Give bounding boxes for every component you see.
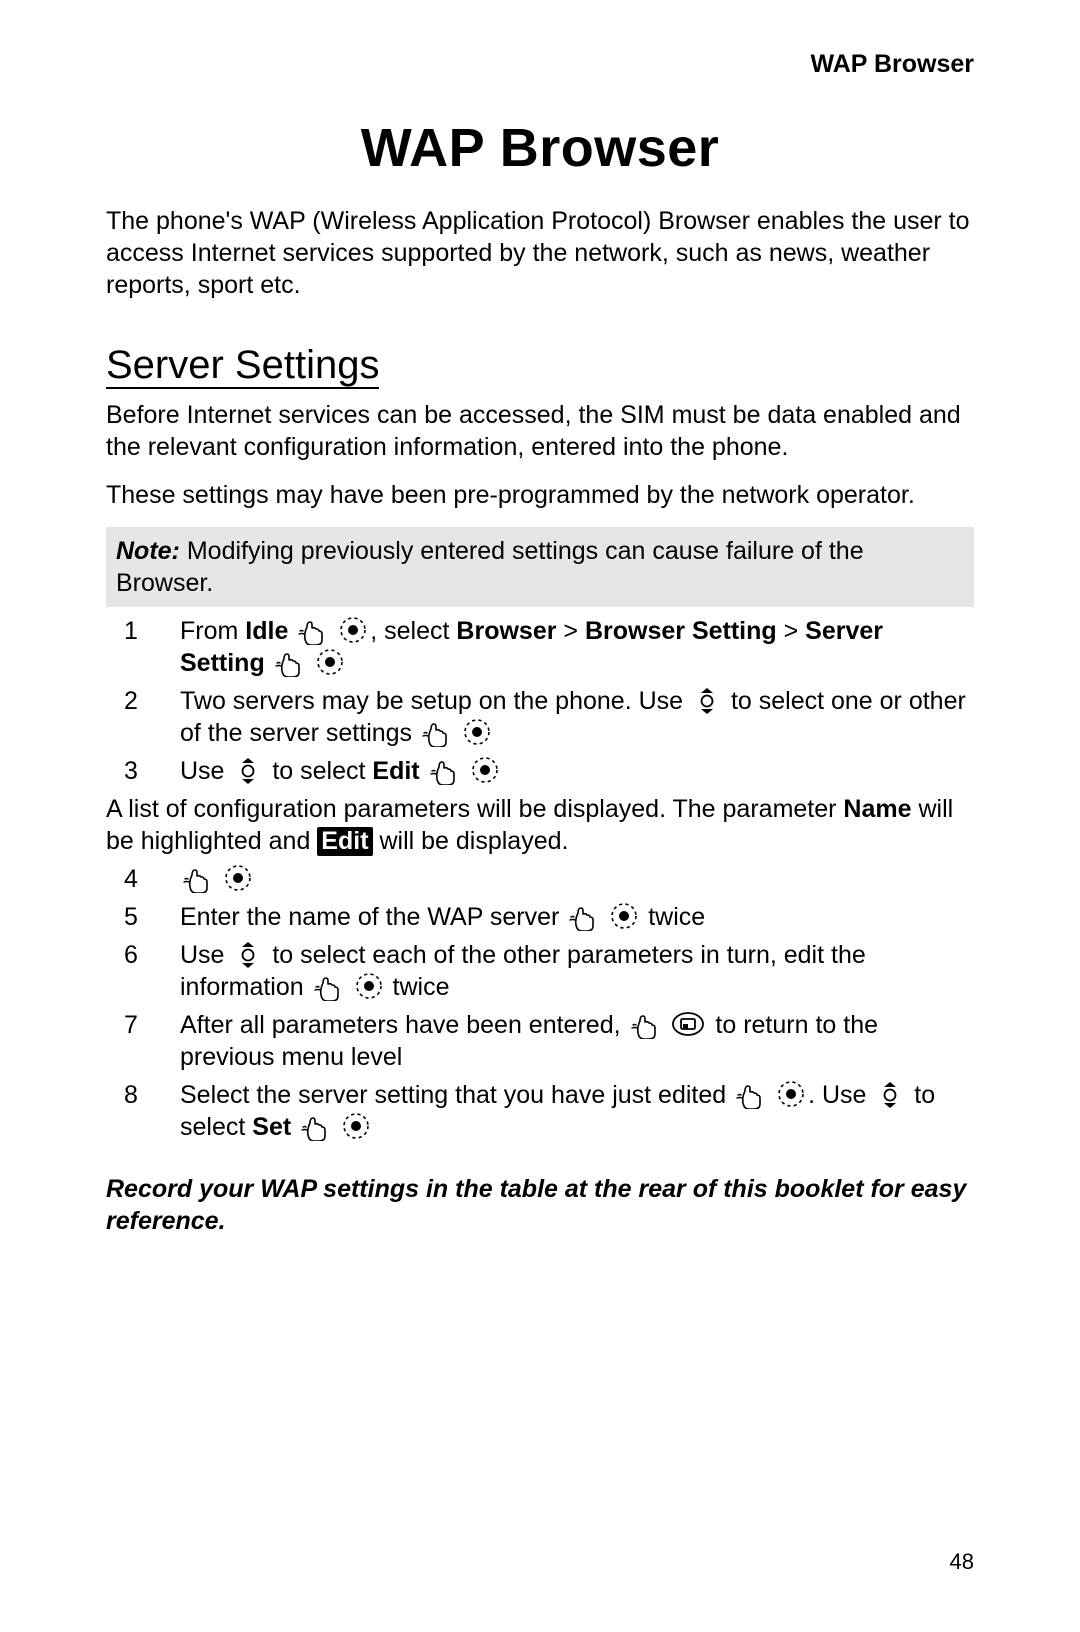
step-6: 6 Use to select each of the other parame…: [106, 939, 974, 1003]
nav-center-icon: [776, 1079, 806, 1109]
step-number: 2: [106, 685, 180, 717]
step-3: 3 Use to select Edit: [106, 755, 974, 787]
steps-list: 1 From Idle , select Browser > Browser S…: [106, 615, 974, 787]
hand-icon: [429, 755, 459, 785]
nav-center-icon: [609, 901, 639, 931]
note-label: Note:: [116, 537, 180, 565]
section-heading: Server Settings: [106, 343, 379, 389]
step-number: 3: [106, 755, 180, 787]
step-number: 6: [106, 939, 180, 971]
hand-icon: [735, 1079, 765, 1109]
step-number: 8: [106, 1079, 180, 1111]
nav-center-icon: [315, 647, 345, 677]
step-text: [180, 863, 974, 895]
nav-updown-icon: [875, 1081, 905, 1109]
running-head: WAP Browser: [106, 48, 974, 80]
nav-center-icon: [338, 615, 368, 645]
nav-updown-icon: [692, 687, 722, 715]
edit-chip: Edit: [317, 827, 372, 856]
step-8: 8 Select the server setting that you hav…: [106, 1079, 974, 1143]
intro-paragraph: The phone's WAP (Wireless Application Pr…: [106, 205, 974, 301]
nav-center-icon: [470, 755, 500, 785]
step-text: From Idle , select Browser > Browser Set…: [180, 615, 974, 679]
nav-center-icon: [223, 863, 253, 893]
page: WAP Browser WAP Browser The phone's WAP …: [0, 0, 1080, 1632]
step-number: 7: [106, 1009, 180, 1041]
hand-icon: [182, 863, 212, 893]
section-paragraph-1: Before Internet services can be accessed…: [106, 399, 974, 463]
hand-icon: [568, 901, 598, 931]
note-text: Modifying previously entered settings ca…: [116, 537, 864, 597]
footer-note: Record your WAP settings in the table at…: [106, 1173, 974, 1237]
page-title: WAP Browser: [106, 114, 974, 183]
page-number: 48: [950, 1548, 974, 1576]
nav-updown-icon: [233, 757, 263, 785]
hand-icon: [421, 717, 451, 747]
step-text: Select the server setting that you have …: [180, 1079, 974, 1143]
section-paragraph-2: These settings may have been pre-program…: [106, 479, 974, 511]
step-text: Use to select each of the other paramete…: [180, 939, 974, 1003]
nav-center-icon: [341, 1111, 371, 1141]
step-5: 5 Enter the name of the WAP server twice: [106, 901, 974, 933]
hand-icon: [300, 1111, 330, 1141]
hand-icon: [630, 1009, 660, 1039]
nav-updown-icon: [233, 941, 263, 969]
nav-center-icon: [354, 971, 384, 1001]
hand-icon: [313, 971, 343, 1001]
step-number: 1: [106, 615, 180, 647]
note-box: Note: Modifying previously entered setti…: [106, 527, 974, 607]
step-7: 7 After all parameters have been entered…: [106, 1009, 974, 1073]
step-number: 4: [106, 863, 180, 895]
hand-icon: [297, 615, 327, 645]
hand-icon: [274, 647, 304, 677]
step-1: 1 From Idle , select Browser > Browser S…: [106, 615, 974, 679]
back-key-icon: [670, 1009, 706, 1039]
steps-list-2: 4 5 Enter the name of the WAP server twi…: [106, 863, 974, 1143]
nav-center-icon: [462, 717, 492, 747]
mid-paragraph: A list of configuration parameters will …: [106, 793, 974, 857]
step-number: 5: [106, 901, 180, 933]
step-text: Enter the name of the WAP server twice: [180, 901, 974, 933]
step-text: After all parameters have been entered, …: [180, 1009, 974, 1073]
step-text: Two servers may be setup on the phone. U…: [180, 685, 974, 749]
step-text: Use to select Edit: [180, 755, 974, 787]
step-4: 4: [106, 863, 974, 895]
step-2: 2 Two servers may be setup on the phone.…: [106, 685, 974, 749]
